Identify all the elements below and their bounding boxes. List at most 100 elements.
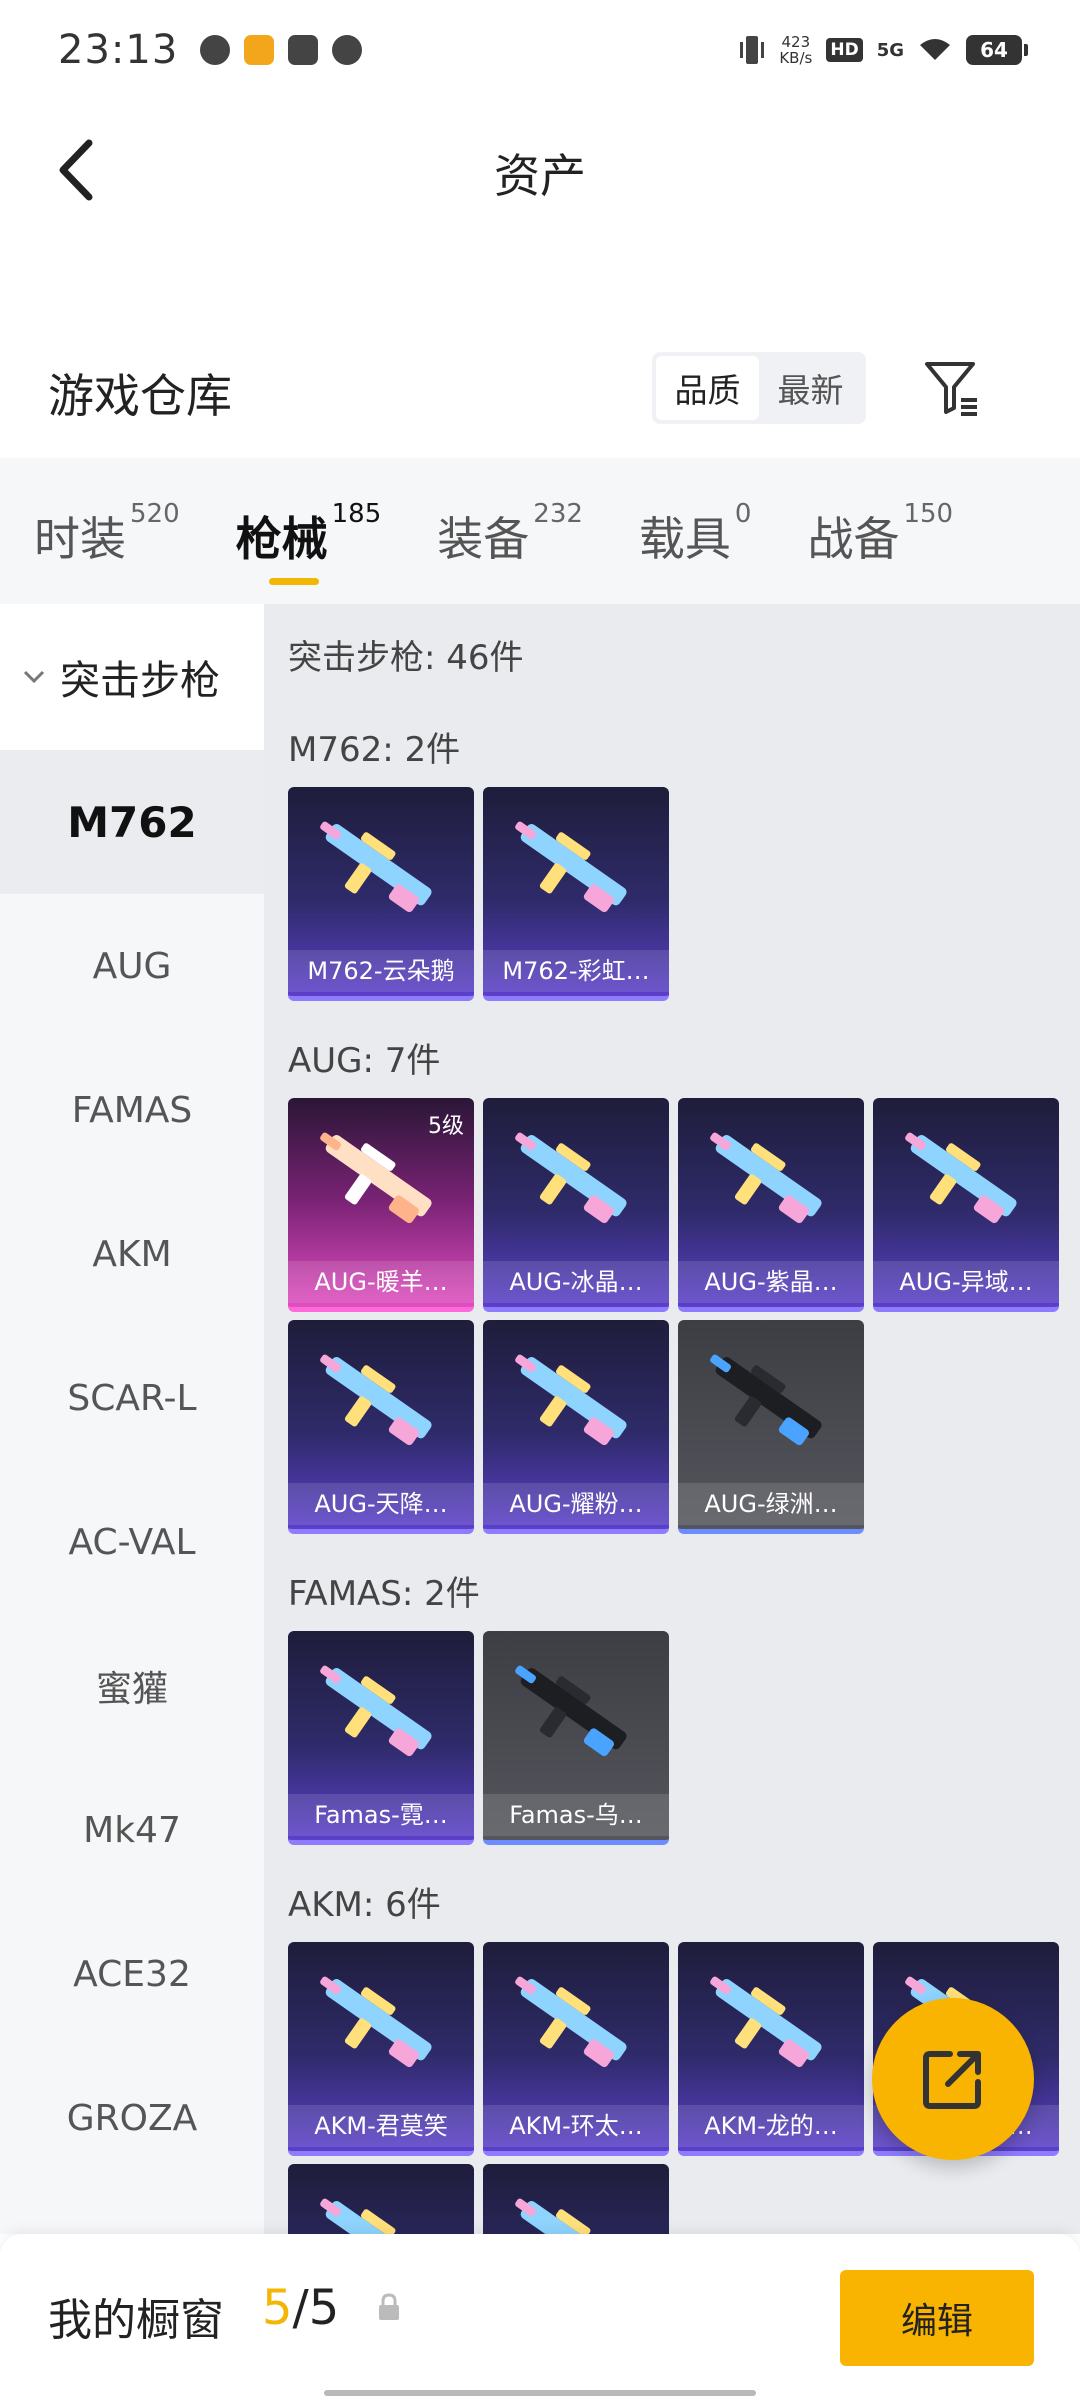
sidebar-group-assault-rifles[interactable]: 突击步枪: [0, 604, 264, 750]
weapon-card-name: M762-云朵鹅: [288, 950, 474, 992]
chevron-down-icon: [20, 663, 48, 691]
weapon-skin-icon: [515, 1354, 627, 1446]
network-speed: 423 KB/s: [779, 33, 813, 67]
weapon-card[interactable]: Famas-乌…: [483, 1631, 669, 1845]
sidebar-item-akm[interactable]: AKM: [0, 1182, 264, 1326]
weapon-card[interactable]: AUG-异域…: [873, 1098, 1059, 1312]
weapon-card[interactable]: AKM-龙的…: [678, 1942, 864, 2156]
sort-toggle: 品质 最新: [652, 352, 866, 424]
sidebar-item-aug[interactable]: AUG: [0, 894, 264, 1038]
status-time: 23:13: [58, 27, 179, 73]
weapon-card[interactable]: AKM-君莫笑: [288, 1942, 474, 2156]
weapon-skin-icon: [515, 1665, 627, 1757]
category-heading: 突击步枪: 46件: [288, 638, 524, 678]
weapon-card-name: AKM-君莫笑: [288, 2105, 474, 2147]
sidebar-item-m762[interactable]: M762: [0, 750, 264, 894]
tab-indicator: [268, 578, 319, 585]
showcase-label: 我的橱窗: [48, 2295, 224, 2346]
sidebar-item-ace32[interactable]: ACE32: [0, 1902, 264, 2046]
sort-option-quality[interactable]: 品质: [656, 356, 759, 420]
network-type: 5G: [876, 39, 904, 61]
weapon-card[interactable]: AUG-紫晶…: [678, 1098, 864, 1312]
sidebar-item-ac-val[interactable]: AC-VAL: [0, 1470, 264, 1614]
weapon-card[interactable]: AUG-耀粉…: [483, 1320, 669, 1534]
sidebar-item-mk47[interactable]: Mk47: [0, 1758, 264, 1902]
lock-icon: [379, 2293, 399, 2320]
notification-icons: [200, 35, 363, 65]
weapon-card-name: AUG-冰晶…: [483, 1261, 669, 1303]
level-badge: 5级: [428, 1114, 464, 1139]
sort-option-latest[interactable]: 最新: [759, 356, 862, 420]
weapon-card-name: AKM-龙的…: [678, 2105, 864, 2147]
weapon-card[interactable]: [483, 2164, 669, 2234]
tab-fashion[interactable]: 时装 520: [34, 491, 180, 571]
weapon-card-name: AUG-绿洲…: [678, 1483, 864, 1525]
weapon-card-name: AUG-紫晶…: [678, 1261, 864, 1303]
share-icon: [923, 2051, 981, 2109]
tab-supplies[interactable]: 战备 150: [807, 491, 953, 571]
weapon-skin-icon: [515, 1132, 627, 1224]
sidebar-item-scar-l[interactable]: SCAR-L: [0, 1326, 264, 1470]
app-notification-icon: [200, 35, 231, 65]
weapon-skin-icon: [710, 1976, 822, 2068]
status-bar: 23:13 423 KB/s HD 5G 64: [0, 0, 1080, 100]
edit-button[interactable]: 编辑: [840, 2270, 1034, 2366]
sidebar-item-groza[interactable]: GROZA: [0, 2046, 264, 2190]
sidebar-item-famas[interactable]: FAMAS: [0, 1038, 264, 1182]
weapon-card-name: AUG-异域…: [873, 1261, 1059, 1303]
warehouse-header: 游戏仓库 品质 最新: [0, 330, 1080, 450]
weapon-skin-icon: [320, 2198, 432, 2234]
weapon-card[interactable]: AUG-冰晶…: [483, 1098, 669, 1312]
app-notification-icon: [288, 35, 319, 65]
weapon-skin-icon: [905, 1132, 1017, 1224]
section-title: AKM: 6件: [288, 1885, 441, 1925]
weapon-grid: 5级 AUG-暖羊… AUG-冰晶… AUG-紫晶… AUG-异域… AUG-天降… AUG…: [288, 1098, 1068, 1534]
sidebar-item-honey-badger[interactable]: 蜜獾: [0, 1614, 264, 1758]
weapon-grid: M762-云朵鹅 M762-彩虹…: [288, 787, 1068, 1001]
weapon-card[interactable]: 5级 AUG-暖羊…: [288, 1098, 474, 1312]
showcase-bar: 我的橱窗 5/5 编辑: [0, 2234, 1080, 2400]
weapon-card[interactable]: M762-云朵鹅: [288, 787, 474, 1001]
section-title: FAMAS: 2件: [288, 1574, 480, 1614]
share-button[interactable]: [872, 1998, 1034, 2160]
weapon-content: 突击步枪: 46件 M762: 2件 M762-云朵鹅 M762-彩虹… AUG: 7…: [264, 604, 1080, 2234]
showcase-count: 5/5: [262, 2280, 340, 2336]
filter-icon: [925, 362, 977, 416]
weapon-skin-icon: [515, 1976, 627, 2068]
weapon-card-name: AKM-环太…: [483, 2105, 669, 2147]
weapon-card[interactable]: AUG-天降…: [288, 1320, 474, 1534]
weapon-card[interactable]: [288, 2164, 474, 2234]
weapon-card-name: AUG-暖羊…: [288, 1261, 474, 1303]
weapon-card-name: Famas-霓…: [288, 1794, 474, 1836]
weapon-card-name: AUG-天降…: [288, 1483, 474, 1525]
hd-badge: HD: [826, 38, 863, 62]
nav-bar: 资产: [0, 100, 1080, 240]
tab-firearms[interactable]: 枪械 185: [236, 491, 381, 585]
battery-indicator: 64: [966, 35, 1028, 65]
weapon-skin-icon: [320, 821, 432, 913]
category-tabs: 时装 520 枪械 185 装备 232 载具 0 战备 150: [0, 458, 1080, 604]
weapon-skin-icon: [320, 1976, 432, 2068]
weapon-skin-icon: [320, 1354, 432, 1446]
tab-equipment[interactable]: 装备 232: [437, 491, 583, 571]
weapon-skin-icon: [320, 1665, 432, 1757]
weapon-card-name: AUG-耀粉…: [483, 1483, 669, 1525]
weapon-skin-icon: [710, 1354, 822, 1446]
home-indicator: [324, 2390, 756, 2396]
message-notification-icon: [332, 35, 363, 65]
filter-button[interactable]: [920, 356, 984, 420]
weapon-card[interactable]: Famas-霓…: [288, 1631, 474, 1845]
app-notification-icon: [244, 35, 275, 65]
weapon-grid: Famas-霓… Famas-乌…: [288, 1631, 1068, 1845]
sidebar-group-label: 突击步枪: [60, 658, 220, 704]
section-title: AUG: 7件: [288, 1041, 441, 1081]
warehouse-title: 游戏仓库: [48, 369, 232, 423]
weapon-skin-icon: [515, 2198, 627, 2234]
weapon-card[interactable]: M762-彩虹…: [483, 787, 669, 1001]
weapon-card[interactable]: AUG-绿洲…: [678, 1320, 864, 1534]
tab-vehicles[interactable]: 载具 0: [639, 491, 752, 571]
page-title: 资产: [494, 149, 586, 203]
weapon-card[interactable]: AKM-环太…: [483, 1942, 669, 2156]
weapon-card-name: M762-彩虹…: [483, 950, 669, 992]
weapon-type-sidebar: 突击步枪 M762 AUG FAMAS AKM SCAR-L AC-VAL 蜜獾…: [0, 604, 264, 2234]
